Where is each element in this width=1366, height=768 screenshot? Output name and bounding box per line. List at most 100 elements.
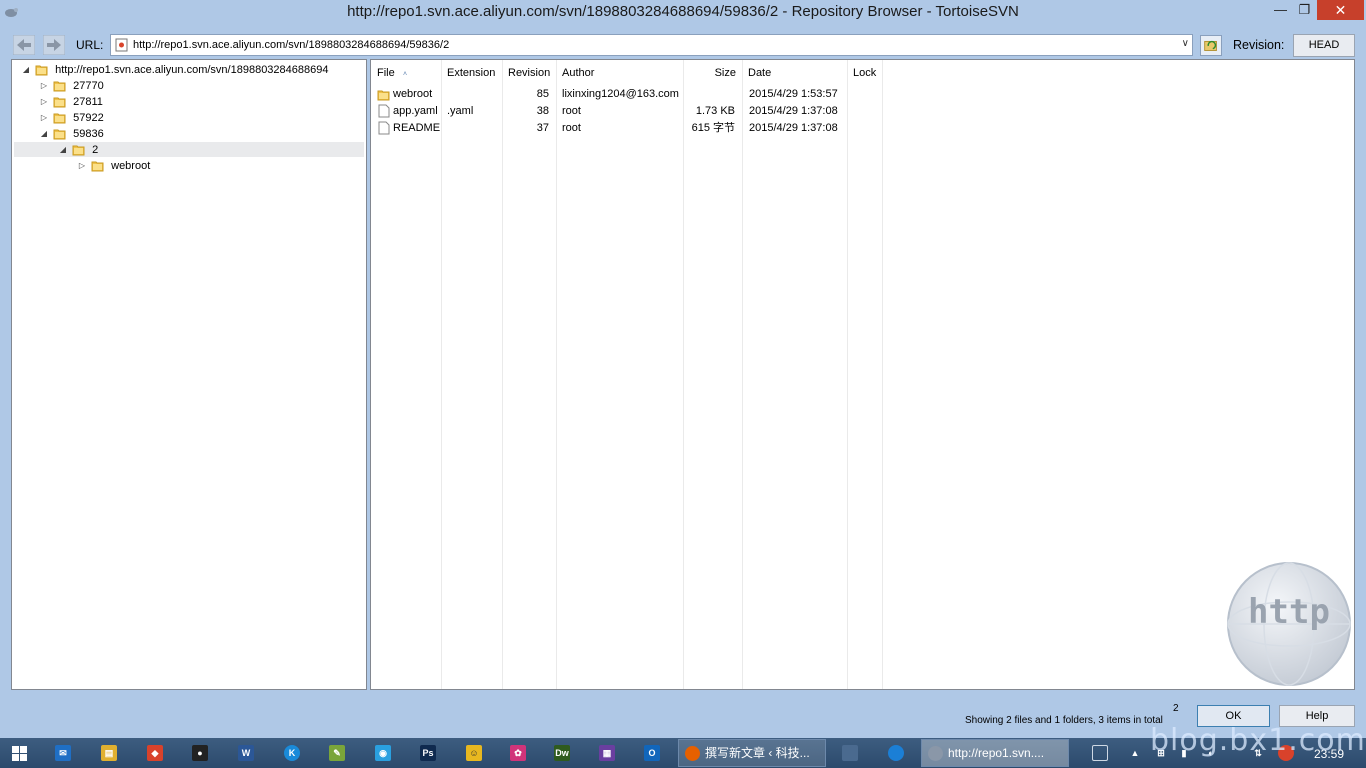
explorer-icon[interactable]: ▤ <box>101 745 117 761</box>
qq-icon[interactable]: ● <box>192 745 208 761</box>
file-size <box>683 86 735 103</box>
tree-item-label: 2 <box>92 144 99 156</box>
status-summary: Showing 2 files and 1 folders, 3 items i… <box>965 715 1163 726</box>
expanded-arrow-icon[interactable]: ◢ <box>57 142 69 158</box>
folder-icon <box>53 111 66 124</box>
watermark-text: http <box>1248 592 1330 632</box>
restore-button[interactable]: ❐ <box>1291 0 1318 20</box>
folder-open-icon <box>72 143 85 156</box>
file-author: lixinxing1204@163.com <box>562 88 679 100</box>
folder-icon <box>53 127 66 140</box>
tray-expand-icon[interactable]: ▲ <box>1127 745 1143 761</box>
firefox-icon <box>685 746 700 761</box>
tree-item-27770[interactable]: ▷ 27770 <box>38 78 104 94</box>
word-icon[interactable]: W <box>238 745 254 761</box>
file-revision: 37 <box>536 122 549 134</box>
keyboard-icon[interactable] <box>1092 745 1108 761</box>
expanded-arrow-icon[interactable]: ◢ <box>38 126 50 142</box>
status-count: 2 <box>1173 703 1179 714</box>
tree-item-label: 27770 <box>73 80 104 92</box>
kugou-icon[interactable]: K <box>284 745 300 761</box>
collapsed-arrow-icon[interactable]: ▷ <box>38 78 50 94</box>
ie-icon[interactable] <box>888 745 904 761</box>
column-header-label: File <box>377 67 395 79</box>
tree-item-59836[interactable]: ◢ 59836 <box>38 126 104 142</box>
column-divider <box>502 60 503 689</box>
windows-start-icon[interactable] <box>12 746 27 761</box>
mail-icon[interactable]: ✉ <box>55 745 71 761</box>
tortoisesvn-icon <box>928 746 943 761</box>
tree-item-2[interactable]: ◢ 2 <box>57 142 98 158</box>
file-size: 1.73 KB <box>695 105 735 117</box>
folder-icon <box>377 86 390 103</box>
collapsed-arrow-icon[interactable]: ▷ <box>38 110 50 126</box>
folder-icon <box>53 95 66 108</box>
calc-icon[interactable]: ▦ <box>599 745 615 761</box>
url-combobox[interactable]: http://repo1.svn.ace.aliyun.com/svn/1898… <box>110 34 1193 56</box>
column-divider <box>742 60 743 689</box>
revision-button[interactable]: HEAD <box>1293 34 1355 57</box>
file-date: 2015/4/29 1:53:57 <box>749 88 838 100</box>
file-revision: 38 <box>536 105 549 117</box>
column-header-author[interactable]: Author <box>556 60 683 86</box>
forward-arrow-icon[interactable] <box>43 35 65 55</box>
taskbar-app-tortoisesvn[interactable]: http://repo1.svn.... <box>921 739 1069 767</box>
qqbrowser-icon[interactable]: ◉ <box>375 745 391 761</box>
expanded-arrow-icon[interactable]: ◢ <box>20 62 32 78</box>
tree-item-webroot[interactable]: ▷ webroot <box>76 158 150 174</box>
tree-item-root[interactable]: ◢ http://repo1.svn.ace.aliyun.com/svn/18… <box>20 62 329 78</box>
grid-app-icon[interactable] <box>842 745 858 761</box>
ftp-icon[interactable]: ☺ <box>466 745 482 761</box>
globe-watermark-icon: http <box>1227 562 1351 686</box>
file-author: root <box>562 122 581 134</box>
tree-item-label: 57922 <box>73 112 104 124</box>
flower-icon[interactable]: ✿ <box>510 745 526 761</box>
file-name: README <box>393 122 441 134</box>
photoshop-icon[interactable]: Ps <box>420 745 436 761</box>
column-divider <box>441 60 442 689</box>
tree-item-27811[interactable]: ▷ 27811 <box>38 94 103 110</box>
sort-ascending-icon: ˄ <box>403 71 408 78</box>
file-icon <box>378 103 390 120</box>
back-arrow-icon[interactable] <box>13 35 35 55</box>
tree-item-57922[interactable]: ▷ 57922 <box>38 110 104 126</box>
column-header-extension[interactable]: Extension <box>441 60 502 86</box>
url-label: URL: <box>76 38 104 52</box>
git-icon[interactable]: ◆ <box>147 745 163 761</box>
column-header-file[interactable]: File ˄ <box>371 60 441 86</box>
taskbar-app-label: http://repo1.svn.... <box>948 746 1045 760</box>
column-header-date[interactable]: Date <box>742 60 847 86</box>
chevron-down-icon[interactable]: ∨ <box>1182 38 1189 49</box>
refresh-icon[interactable] <box>1200 35 1222 56</box>
column-header-lock[interactable]: Lock <box>847 60 882 86</box>
dreamweaver-icon[interactable]: Dw <box>554 745 570 761</box>
file-icon <box>378 120 390 137</box>
file-size: 615 字节 <box>691 122 735 134</box>
taskbar-app-firefox[interactable]: 撰写新文章 ‹ 科技... <box>678 739 826 767</box>
taskbar-app-label: 撰写新文章 ‹ 科技... <box>705 746 810 760</box>
file-revision: 85 <box>536 88 549 100</box>
tree-item-label: 27811 <box>73 96 103 108</box>
file-author: root <box>562 105 581 117</box>
column-header-revision[interactable]: Revision <box>502 60 556 86</box>
outlook-icon[interactable]: O <box>644 745 660 761</box>
collapsed-arrow-icon[interactable]: ▷ <box>38 94 50 110</box>
file-date: 2015/4/29 1:37:08 <box>749 105 838 117</box>
repository-icon <box>115 38 128 52</box>
close-button[interactable]: ✕ <box>1317 0 1364 20</box>
tree-item-label: webroot <box>111 160 151 172</box>
minimize-button[interactable]: — <box>1267 0 1294 20</box>
tree-item-label: 59836 <box>73 128 104 140</box>
folder-icon <box>91 159 104 172</box>
notepad-icon[interactable]: ✎ <box>329 745 345 761</box>
column-divider <box>882 60 883 689</box>
revision-label: Revision: <box>1233 38 1285 52</box>
collapsed-arrow-icon[interactable]: ▷ <box>76 158 88 174</box>
column-divider <box>556 60 557 689</box>
title-bar: http://repo1.svn.ace.aliyun.com/svn/1898… <box>0 0 1366 26</box>
column-divider <box>683 60 684 689</box>
window-title: http://repo1.svn.ace.aliyun.com/svn/1898… <box>347 3 1019 20</box>
column-header-size[interactable]: Size <box>683 60 742 86</box>
file-date: 2015/4/29 1:37:08 <box>749 122 838 134</box>
folder-icon <box>53 79 66 92</box>
